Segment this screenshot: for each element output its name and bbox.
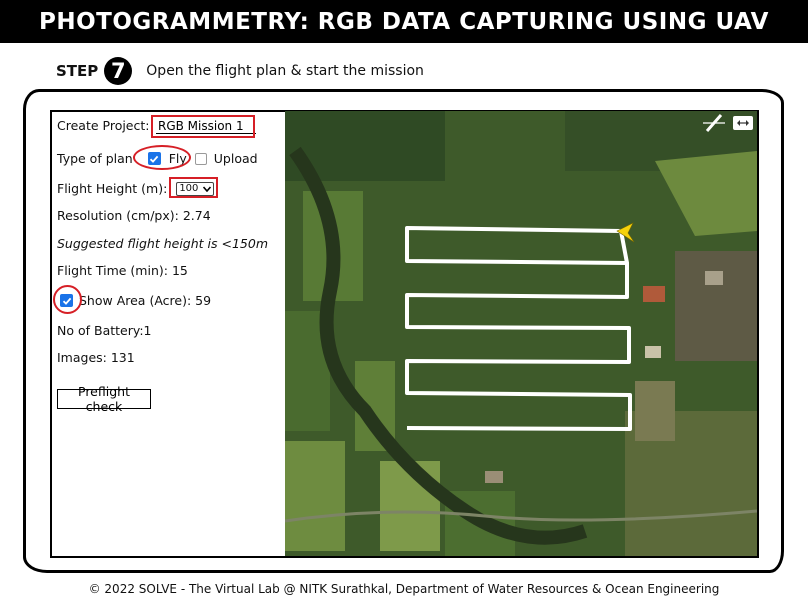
step-number: 7	[104, 57, 133, 85]
resolution-text: Resolution (cm/px): 2.74	[57, 208, 211, 223]
plan-type-label: Type of plan	[57, 151, 133, 166]
flight-time-text: Flight Time (min): 15	[57, 263, 188, 278]
map-imagery	[285, 111, 757, 556]
battery-text: No of Battery:1	[57, 323, 152, 338]
upload-label: Upload	[213, 151, 258, 166]
satellite-map[interactable]	[285, 111, 757, 556]
upload-checkbox[interactable]	[194, 152, 207, 165]
project-label: Create Project:	[57, 118, 150, 133]
step-instruction: Open the flight plan & start the mission	[146, 63, 424, 79]
show-area-text: Show Area (Acre): 59	[79, 293, 212, 308]
preflight-check-button[interactable]: Preflight check	[57, 384, 151, 414]
page-title: PHOTOGRAMMETRY: RGB DATA CAPTURING USING…	[0, 0, 808, 43]
show-area-highlight	[53, 285, 82, 314]
fly-highlight	[133, 145, 191, 170]
flight-height-label: Flight Height (m):	[57, 181, 168, 196]
suggestion-text: Suggested flight height is <150m	[57, 236, 268, 251]
project-highlight	[151, 115, 255, 138]
step-label: STEP	[56, 62, 99, 80]
expand-icon[interactable]	[733, 116, 753, 130]
mission-panel: Create Project: Type of plan Fly Upload …	[52, 112, 284, 556]
step-indicator: STEP 7 Open the flight plan & start the …	[56, 56, 424, 86]
footer-text: © 2022 SOLVE - The Virtual Lab @ NITK Su…	[88, 582, 720, 596]
project-row: Create Project:	[57, 118, 150, 133]
height-highlight	[169, 177, 218, 198]
expand-arrows-icon	[737, 120, 749, 126]
images-text: Images: 131	[57, 350, 135, 365]
